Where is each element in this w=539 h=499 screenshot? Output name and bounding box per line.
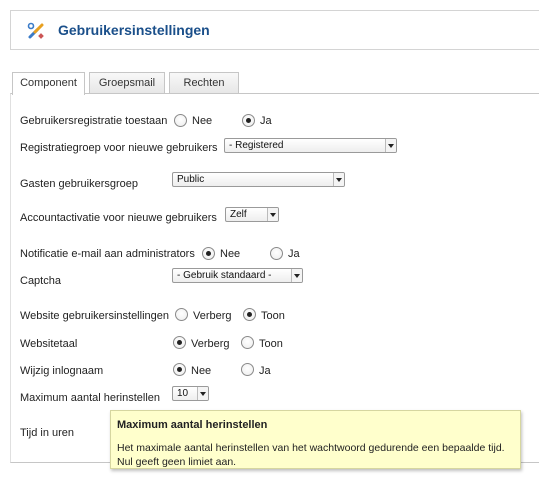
admin-notification-nee-label: Nee: [220, 248, 241, 260]
max-resets-value: 10: [177, 388, 189, 399]
site-language-verberg-radio[interactable]: [173, 336, 186, 349]
guest-group-select[interactable]: Public: [172, 172, 345, 187]
frontend-params-label: Website gebruikersinstellingen: [20, 310, 169, 322]
guest-group-value: Public: [177, 174, 205, 185]
change-username-ja-radio[interactable]: [241, 363, 254, 376]
registration-group-select[interactable]: - Registered: [224, 138, 397, 153]
change-username-nee-label: Nee: [191, 365, 212, 377]
admin-notification-label: Notificatie e-mail aan administrators: [20, 248, 195, 260]
tab-rechten[interactable]: Rechten: [169, 72, 239, 94]
reset-time-label: Tijd in uren: [20, 427, 75, 439]
frontend-params-verberg-label: Verberg: [193, 310, 232, 322]
chevron-down-icon: [197, 387, 208, 400]
change-username-nee-radio[interactable]: [173, 363, 186, 376]
change-username-ja-label: Ja: [259, 365, 271, 377]
change-username-label: Wijzig inlognaam: [20, 365, 104, 377]
frontend-params-verberg-radio[interactable]: [175, 308, 188, 321]
user-registration-label: Gebruikersregistratie toestaan: [20, 115, 168, 127]
captcha-label: Captcha: [20, 275, 61, 287]
admin-notification-ja-label: Ja: [288, 248, 300, 260]
tab-component[interactable]: Component: [12, 72, 85, 95]
user-registration-nee-radio[interactable]: [174, 114, 187, 127]
guest-group-label: Gasten gebruikersgroep: [20, 178, 139, 190]
captcha-select[interactable]: - Gebruik standaard -: [172, 268, 303, 283]
tooltip-body: Het maximale aantal herinstellen van het…: [117, 442, 505, 468]
admin-notification-ja-radio[interactable]: [270, 247, 283, 260]
admin-notification-nee-radio[interactable]: [202, 247, 215, 260]
help-tooltip: Maximum aantal herinstellen Het maximale…: [110, 410, 521, 469]
page-header: Gebruikersinstellingen: [10, 10, 539, 50]
frontend-params-toon-radio[interactable]: [243, 308, 256, 321]
site-language-verberg-label: Verberg: [191, 338, 230, 350]
tooltip-title: Maximum aantal herinstellen: [117, 419, 268, 431]
chevron-down-icon: [267, 208, 278, 221]
page-title: Gebruikersinstellingen: [58, 22, 210, 38]
chevron-down-icon: [291, 269, 302, 282]
chevron-down-icon: [333, 173, 344, 186]
user-registration-ja-label: Ja: [260, 115, 272, 127]
site-language-toon-label: Toon: [259, 338, 283, 350]
chevron-down-icon: [385, 139, 396, 152]
captcha-value: - Gebruik standaard -: [177, 270, 272, 281]
site-language-toon-radio[interactable]: [241, 336, 254, 349]
max-resets-label: Maximum aantal herinstellen: [20, 392, 161, 404]
tab-groepsmail[interactable]: Groepsmail: [89, 72, 165, 94]
user-registration-nee-label: Nee: [192, 115, 213, 127]
user-registration-ja-radio[interactable]: [242, 114, 255, 127]
account-activation-value: Zelf: [230, 209, 247, 220]
account-activation-label: Accountactivatie voor nieuwe gebruikers: [20, 212, 217, 224]
max-resets-select[interactable]: 10: [172, 386, 209, 401]
frontend-params-toon-label: Toon: [261, 310, 285, 322]
site-language-label: Websitetaal: [20, 338, 78, 350]
account-activation-select[interactable]: Zelf: [225, 207, 279, 222]
registration-group-label: Registratiegroep voor nieuwe gebruikers: [20, 142, 218, 154]
registration-group-value: - Registered: [229, 140, 284, 151]
tools-icon: [27, 22, 44, 39]
